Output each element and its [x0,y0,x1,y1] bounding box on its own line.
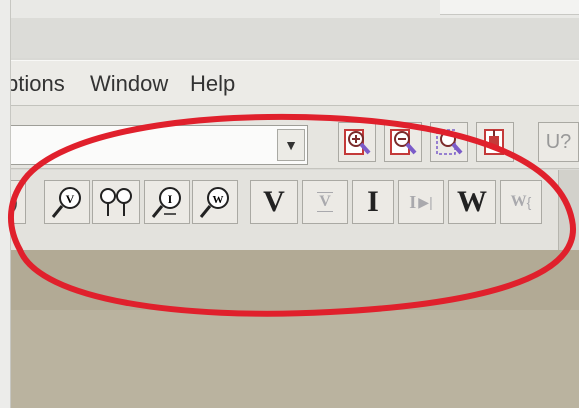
background-window-edge [440,0,579,15]
cut-off-tool-button[interactable]: U? [538,122,579,162]
zoom-area-icon [436,129,463,155]
toolbar-edge [558,170,579,250]
bracket-icon: { [526,194,532,210]
current-differential-marker-button[interactable]: I ▶| [398,180,444,224]
zoom-area-button[interactable] [430,122,468,162]
voltage-differential-marker-label: V [317,192,333,212]
voltage-differential-marker-button[interactable]: V [302,180,348,224]
current-probe-button[interactable]: I [144,180,190,224]
chevron-down-icon: ▼ [284,137,298,153]
power-marker-button[interactable]: W [448,180,496,224]
voltage-probe-button[interactable]: V [44,180,90,224]
zoom-out-icon [390,129,417,155]
title-area [0,18,579,58]
svg-text:V: V [66,192,75,206]
zoom-fit-button[interactable] [476,122,514,162]
voltage-marker-label: V [263,185,285,218]
current-marker-button[interactable]: I [352,180,394,224]
current-marker-label: I [367,185,379,218]
diode-icon: ▶| [418,193,433,210]
menu-bar: ptions Window Help [6,60,579,106]
zoom-in-icon [344,129,371,155]
left-window-edge [0,0,11,408]
svg-text:W: W [213,194,224,206]
menu-window[interactable]: Window [90,71,168,97]
power-probe-button[interactable]: W [192,180,238,224]
svg-text:I: I [168,192,173,206]
voltage-differential-probe-button[interactable] [92,180,140,224]
background-window-strip [0,0,579,18]
power-marker-label: W [457,185,487,218]
canvas-lower-area [10,310,579,408]
current-differential-marker-label: I [409,191,417,212]
partial-icon: ) [12,191,18,212]
zoom-out-button[interactable] [384,122,422,162]
power-differential-marker-button[interactable]: W { [500,180,542,224]
current-probe-icon: I [151,187,181,218]
menu-help[interactable]: Help [190,71,235,97]
power-probe-icon: W [199,187,229,218]
menu-options[interactable]: ptions [6,71,65,97]
combo-dropdown-button[interactable]: ▼ [277,129,305,161]
zoom-fit-icon [484,129,504,155]
zoom-in-button[interactable] [338,122,376,162]
voltage-probe-icon: V [51,187,81,218]
power-differential-marker-label: W [510,193,527,210]
cut-off-tool-label: U? [545,130,572,153]
voltage-marker-button[interactable]: V [250,180,298,224]
schematic-canvas[interactable] [10,250,579,408]
voltage-differential-probe-icon [100,188,132,216]
part-combo-box[interactable]: ▼ [10,125,308,165]
